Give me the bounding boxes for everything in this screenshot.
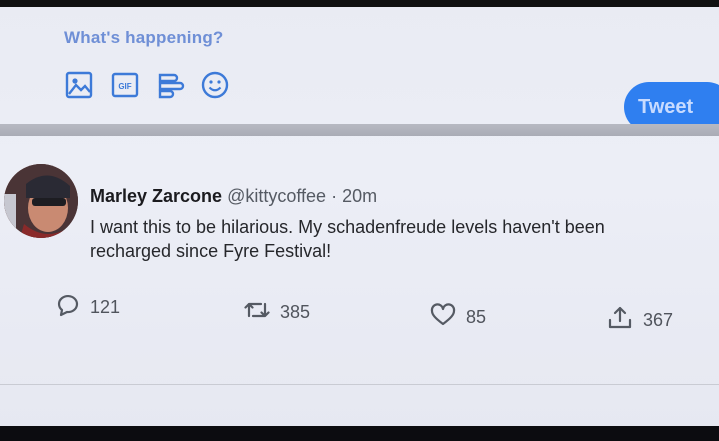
- reply-count: 121: [90, 296, 121, 317]
- compose-input[interactable]: What's happening?: [64, 28, 224, 48]
- gif-label: GIF: [118, 82, 131, 91]
- author-name[interactable]: Marley Zarcone: [90, 186, 222, 206]
- avatar[interactable]: [4, 164, 78, 238]
- like-count: 85: [466, 306, 487, 327]
- reply-icon: [54, 292, 80, 323]
- gif-icon[interactable]: GIF: [110, 70, 140, 100]
- screen-bezel-top: [0, 0, 719, 7]
- author-handle[interactable]: @kittycoffee: [227, 186, 326, 206]
- tweet-divider: [0, 384, 719, 385]
- screen-bezel-bottom: [0, 426, 719, 441]
- share-icon: [607, 305, 633, 336]
- retweet-icon: [244, 297, 270, 328]
- section-divider: [0, 124, 719, 136]
- retweet-count: 385: [280, 301, 311, 322]
- like-button[interactable]: 85: [430, 302, 487, 333]
- reply-button[interactable]: 121: [54, 294, 120, 320]
- heart-icon: [430, 302, 456, 333]
- separator-dot: ·: [331, 186, 338, 206]
- twitter-screen: What's happening? GIF Tweet Marley Zarco…: [0, 0, 719, 441]
- tweet-author-line: Marley Zarcone @kittycoffee · 20m: [90, 186, 377, 207]
- image-icon[interactable]: [64, 70, 94, 100]
- tweet-text: I want this to be hilarious. My schadenf…: [90, 217, 605, 261]
- share-count: 367: [643, 309, 674, 330]
- emoji-icon[interactable]: [200, 70, 230, 100]
- retweet-button[interactable]: 385: [244, 299, 310, 325]
- poll-icon[interactable]: [156, 70, 186, 100]
- tweet-timestamp[interactable]: 20m: [342, 186, 377, 206]
- share-button[interactable]: 367: [607, 305, 674, 336]
